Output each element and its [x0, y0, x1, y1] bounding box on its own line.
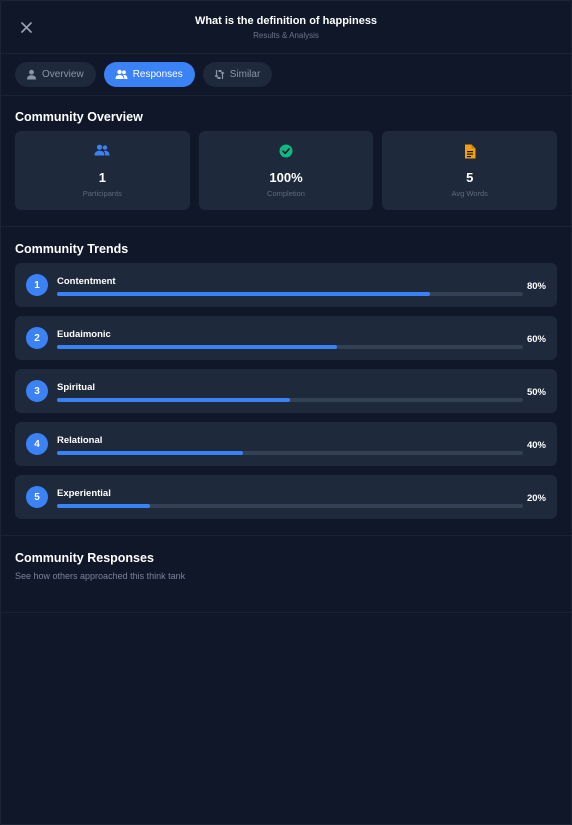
results-panel: What is the definition of happiness Resu…: [0, 0, 572, 825]
trend-name: Contentment: [57, 276, 116, 287]
stats-row: 1 Participants 100% Completion 5 Avg Wor…: [15, 131, 558, 210]
trend-progress-fill: [57, 451, 244, 455]
trend-item: 1 Contentment 80%: [15, 263, 557, 307]
trend-rank-badge: 1: [26, 274, 48, 296]
stat-completion: 100% Completion: [198, 131, 374, 210]
trend-percent: 60%: [526, 334, 546, 345]
participants-label: Participants: [82, 189, 122, 198]
completion-value: 100%: [269, 170, 303, 185]
trend-percent: 20%: [526, 493, 546, 504]
tab-bar: Overview Responses Similar: [1, 54, 571, 96]
community-responses-subtitle: See how others approached this think tan…: [15, 571, 186, 581]
stat-participants: 1 Participants: [15, 131, 190, 210]
tab-responses-label: Responses: [132, 69, 183, 80]
community-responses-title: Community Responses: [15, 551, 154, 565]
trend-progress-fill: [57, 345, 337, 349]
trend-percent: 40%: [526, 440, 546, 451]
trend-list: 1 Contentment 80% 2 Eudaimonic 60% 3 Spi…: [15, 263, 557, 519]
trend-name: Relational: [57, 435, 103, 446]
trend-progress-track: [57, 504, 523, 508]
community-trends-section: Community Trends 1 Contentment 80% 2 Eud…: [1, 227, 571, 536]
trend-rank-badge: 2: [26, 327, 48, 349]
trend-item: 2 Eudaimonic 60%: [15, 316, 557, 360]
page-subtitle: Results & Analysis: [253, 31, 319, 40]
community-trends-title: Community Trends: [15, 242, 129, 256]
tab-overview[interactable]: Overview: [15, 62, 96, 87]
participants-value: 1: [98, 170, 106, 185]
users-icon: [15, 144, 190, 156]
trend-percent: 80%: [526, 281, 546, 292]
trend-progress-track: [57, 292, 523, 296]
user-icon: [26, 69, 37, 80]
tab-similar-label: Similar: [229, 69, 261, 80]
tab-similar[interactable]: Similar: [202, 62, 273, 87]
trend-rank-badge: 5: [26, 486, 48, 508]
community-responses-section: Community Responses See how others appro…: [1, 536, 571, 613]
trend-progress-track: [57, 451, 523, 455]
community-overview-title: Community Overview: [15, 110, 143, 124]
trend-rank-badge: 3: [26, 380, 48, 402]
avg-words-value: 5: [466, 170, 474, 185]
users-icon: [115, 69, 128, 80]
trend-progress-track: [57, 398, 523, 402]
document-icon: [382, 144, 557, 159]
check-circle-icon: [199, 144, 374, 158]
trend-rank-badge: 4: [26, 433, 48, 455]
trend-progress-track: [57, 345, 523, 349]
stat-avg-words: 5 Avg Words: [382, 131, 558, 210]
community-overview-section: Community Overview 1 Participants 100% C…: [1, 96, 571, 227]
completion-label: Completion: [267, 189, 305, 198]
trend-progress-fill: [57, 292, 430, 296]
compare-icon: [214, 69, 225, 80]
avg-words-label: Avg Words: [451, 189, 488, 198]
trend-progress-fill: [57, 504, 151, 508]
header: What is the definition of happiness Resu…: [1, 1, 571, 54]
trend-progress-fill: [57, 398, 290, 402]
trend-name: Experiential: [57, 488, 111, 499]
trend-item: 5 Experiential 20%: [15, 475, 557, 519]
trend-item: 3 Spiritual 50%: [15, 369, 557, 413]
tab-responses[interactable]: Responses: [103, 62, 195, 87]
trend-name: Spiritual: [57, 382, 96, 393]
trend-item: 4 Relational 40%: [15, 422, 557, 466]
trend-percent: 50%: [526, 387, 546, 398]
trend-name: Eudaimonic: [57, 329, 111, 340]
tab-overview-label: Overview: [42, 69, 84, 80]
page-title: What is the definition of happiness: [194, 15, 378, 27]
